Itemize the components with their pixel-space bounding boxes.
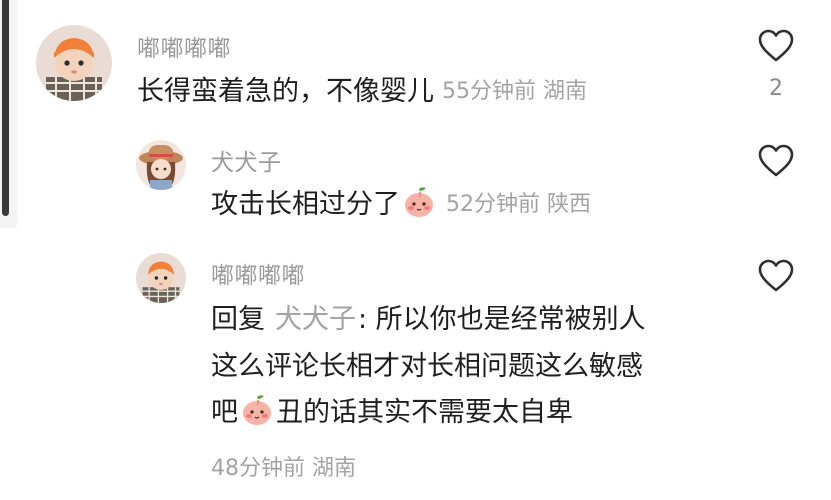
comment-location: 湖南 <box>312 456 357 481</box>
comment-body: 长得蛮着急的，不像婴儿 <box>137 76 434 107</box>
comment-meta: 52分钟前 陕西 <box>446 192 591 217</box>
comment-username[interactable]: 嘟嘟嘟嘟 <box>211 256 305 290</box>
comment-text: 攻击长相过分了 52分钟前 陕西 <box>211 183 591 227</box>
heart-outline-icon <box>758 144 794 177</box>
comment-text: 回复 犬犬子: 所以你也是经常被别人 <box>211 298 646 342</box>
like-button[interactable] <box>758 144 794 178</box>
scroll-indicator[interactable] <box>0 0 18 228</box>
comment-meta: 55分钟前 湖南 <box>442 79 587 104</box>
comment-username[interactable]: 犬犬子 <box>211 143 282 177</box>
comment-text: 吧 丑的话其实不需要太自卑 <box>211 391 573 435</box>
avatar[interactable] <box>136 253 186 303</box>
comment-username[interactable]: 嘟嘟嘟嘟 <box>137 29 231 63</box>
avatar[interactable] <box>36 25 112 101</box>
reply-text-line2: 这么评论长相才对长相问题这么敏感 <box>211 351 643 382</box>
like-button[interactable] <box>758 259 794 293</box>
comment-time: 52分钟前 <box>446 192 540 217</box>
heart-outline-icon <box>758 259 794 292</box>
reply-text-line3a: 吧 <box>211 397 238 428</box>
comment-text: 这么评论长相才对长相问题这么敏感 <box>211 345 643 389</box>
baby-orange-hat-avatar-icon <box>136 253 186 303</box>
comment-time: 48分钟前 <box>211 456 305 481</box>
comment-body: 攻击长相过分了 <box>211 189 400 220</box>
reply-text-line1: : 所以你也是经常被别人 <box>358 304 646 335</box>
peach-blush-emoji-icon <box>402 185 436 219</box>
scroll-thumb[interactable] <box>2 0 9 216</box>
like-button[interactable] <box>758 29 794 63</box>
comment-time: 55分钟前 <box>442 79 536 104</box>
comment-meta: 48分钟前 湖南 <box>211 450 356 482</box>
cartoon-girl-hat-avatar-icon <box>136 140 186 190</box>
avatar[interactable] <box>136 140 186 190</box>
comment-text: 长得蛮着急的，不像婴儿 55分钟前 湖南 <box>137 70 587 114</box>
peach-blush-emoji-icon <box>240 393 274 427</box>
reply-prefix: 回复 <box>211 304 265 335</box>
heart-outline-icon <box>758 29 794 62</box>
comment-location: 陕西 <box>547 192 592 217</box>
reply-text-line3b: 丑的话其实不需要太自卑 <box>276 397 573 428</box>
baby-orange-hat-avatar-icon <box>36 25 112 101</box>
comment-location: 湖南 <box>543 79 588 104</box>
like-count: 2 <box>769 76 783 101</box>
reply-target-username[interactable]: 犬犬子 <box>275 304 356 335</box>
